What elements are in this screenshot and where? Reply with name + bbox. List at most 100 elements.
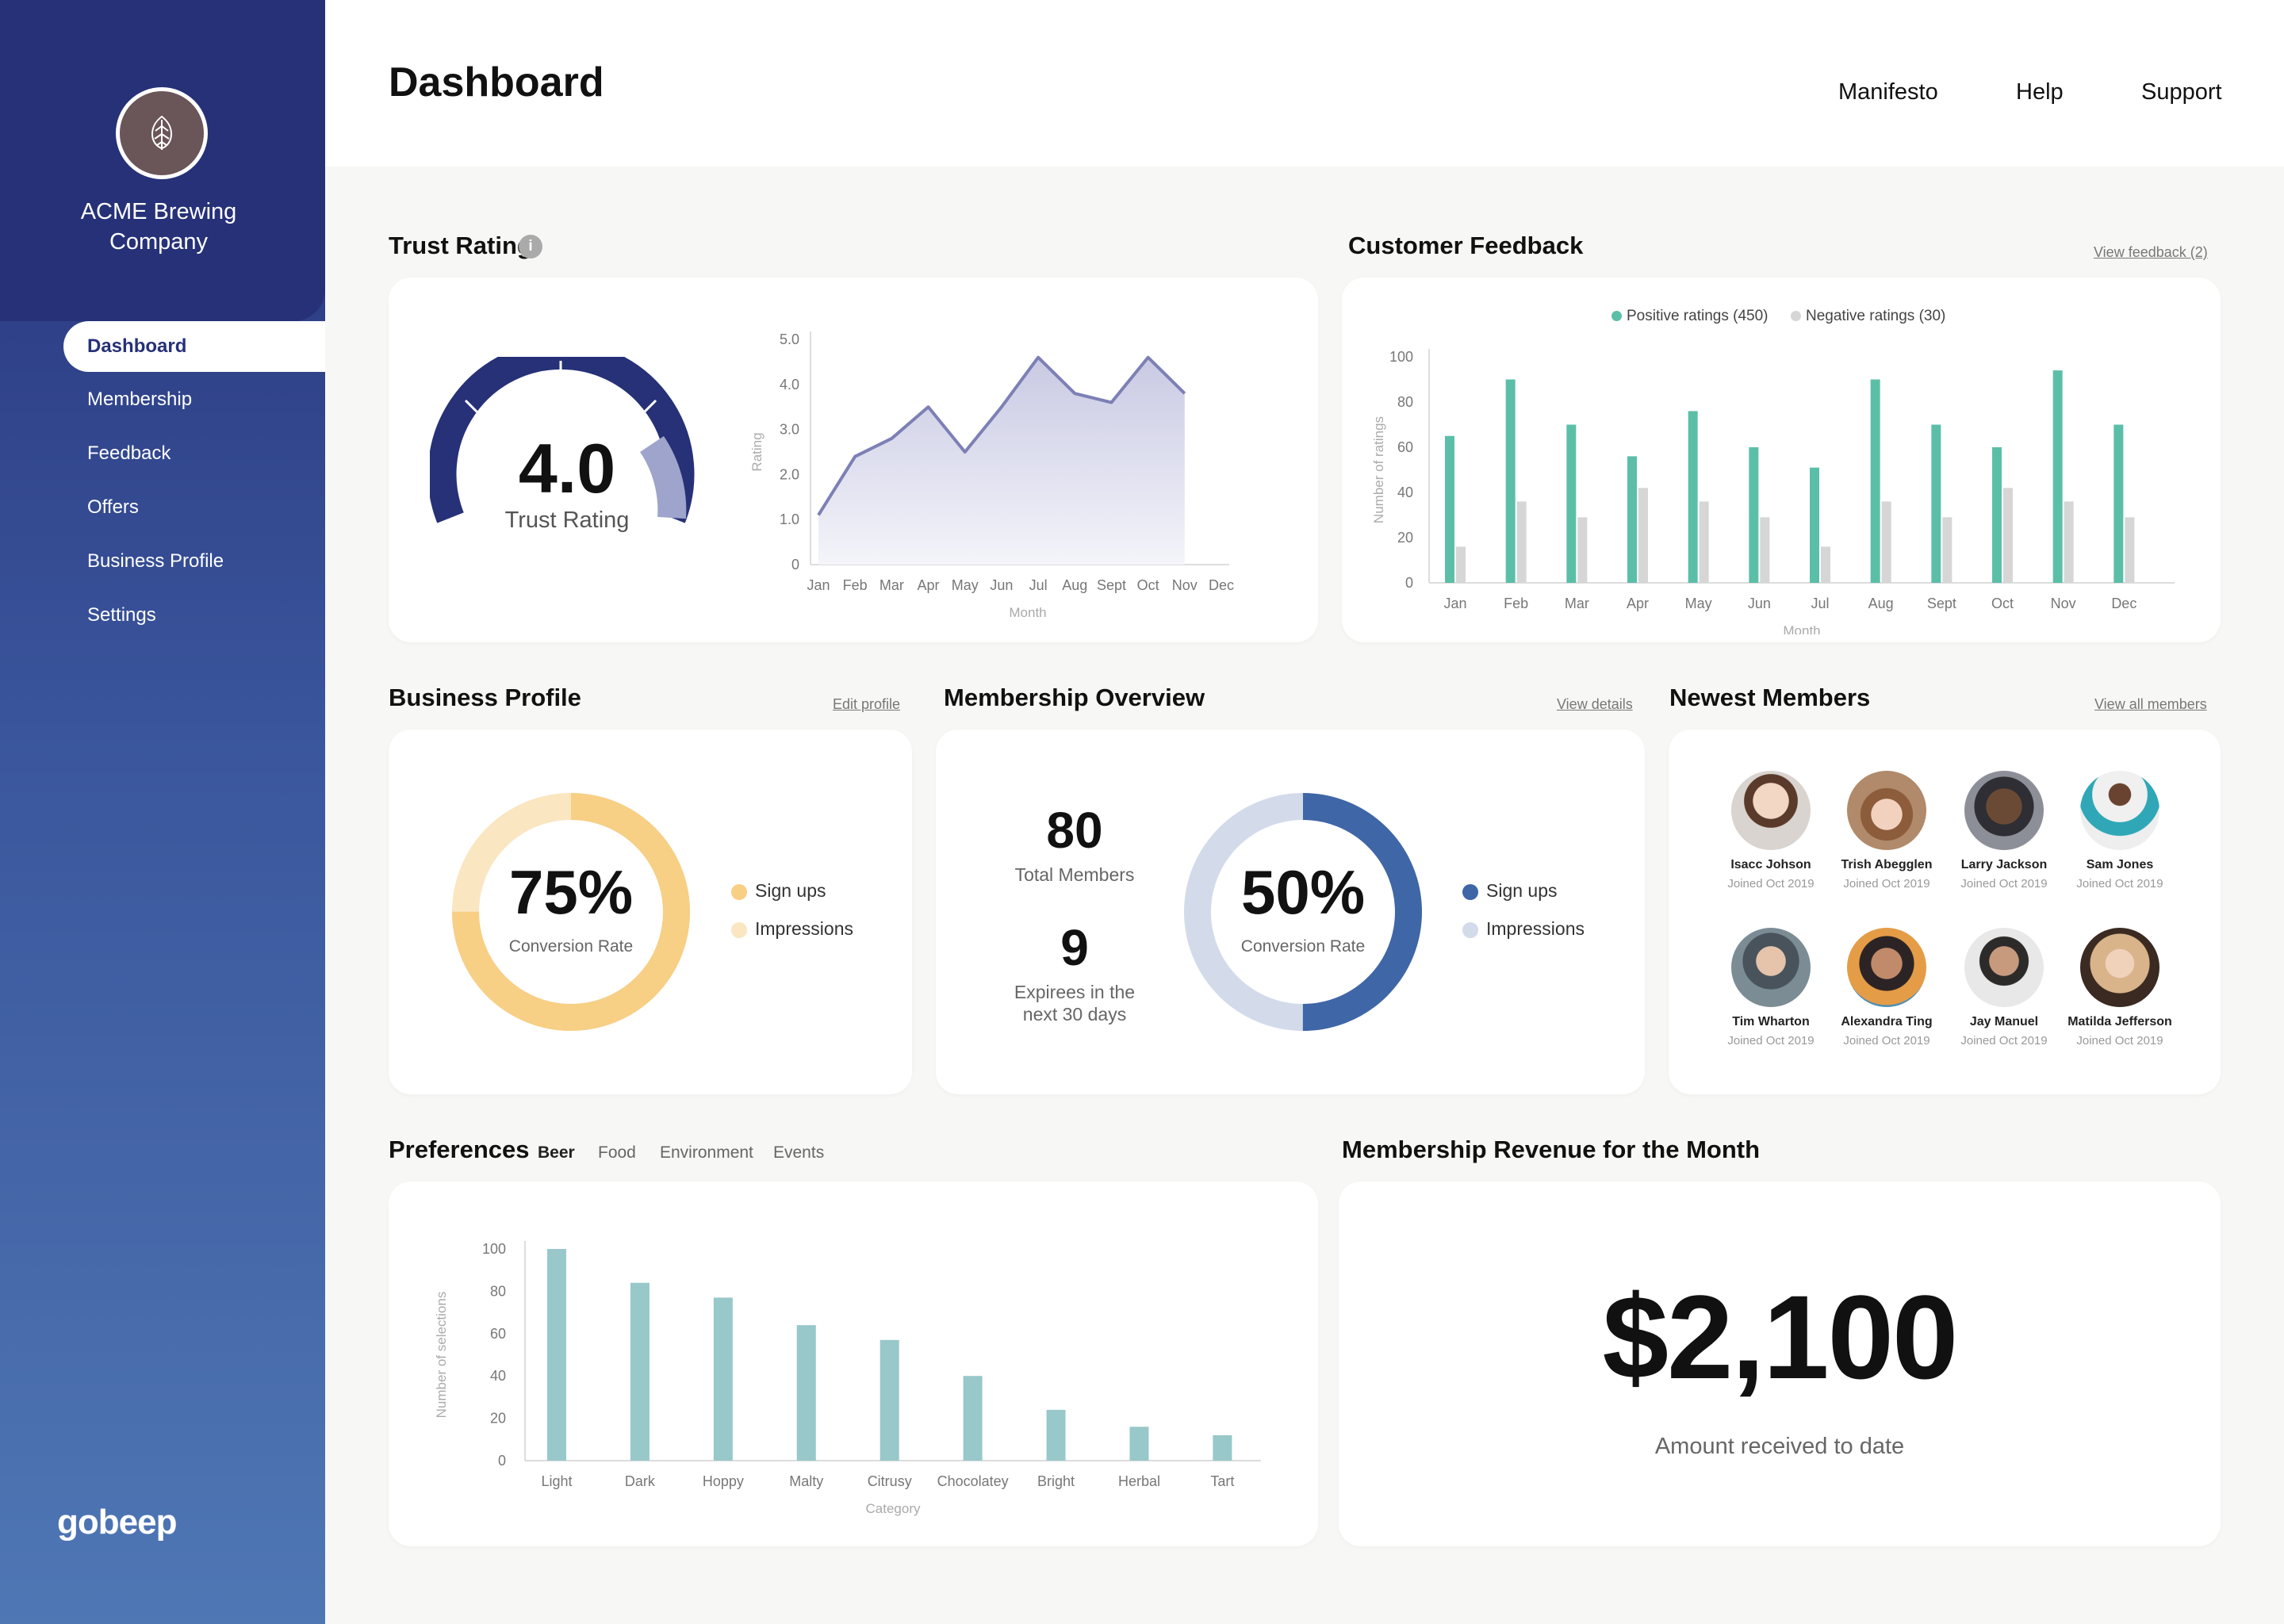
positive-bar [1688,411,1698,583]
x-tick-label: Jan [807,577,830,593]
x-tick-label: Jan [1443,596,1466,611]
negative-bar [1577,517,1588,583]
member-name: Tim Wharton [1732,1015,1810,1028]
revenue-caption: Amount received to date [1654,1434,1905,1459]
business-profile-card: 75% Conversion Rate Sign ups Impressions [389,730,912,1094]
x-tick-label: Hoppy [703,1473,744,1489]
tab-beer[interactable]: Beer [538,1143,575,1162]
total-members-label: Total Members [1014,864,1135,885]
positive-bar [1931,424,1941,583]
x-tick-label: Bright [1037,1473,1075,1489]
company-logo[interactable] [116,87,208,179]
avatar [1731,928,1811,1007]
y-axis-label: Number of selections [434,1292,449,1419]
x-tick-label: Feb [1504,596,1528,611]
y-tick-label: 2.0 [780,466,799,482]
y-tick-label: 0 [498,1453,506,1469]
member-card[interactable]: Larry Jackson Joined Oct 2019 [1945,771,2064,891]
member-card[interactable]: Alexandra Ting Joined Oct 2019 [1827,928,1946,1048]
trust-line-chart: 5.0 4.0 3.0 2.0 1.0 0 Jan Feb Mar Apr May Jun Jul Aug… [749,331,1234,620]
positive-bar [1627,456,1637,583]
x-tick-label: Herbal [1118,1473,1160,1489]
negative-bar [1516,501,1527,583]
preference-bar [713,1297,733,1461]
nav-help[interactable]: Help [2016,79,2064,105]
x-tick-label: Apr [1627,596,1649,611]
positive-bar [1505,379,1516,583]
page-title: Dashboard [389,59,604,105]
sidebar-item-business-profile[interactable]: Business Profile [0,534,325,588]
x-tick-label: May [1685,596,1712,611]
x-tick-label: Jun [1748,596,1771,611]
positive-bar [1870,379,1880,583]
member-card[interactable]: Isacc Johson Joined Oct 2019 [1711,771,1830,891]
legend-label: Sign ups [755,880,826,901]
newest-members-title: Newest Members [1669,684,1871,711]
gobeep-logo[interactable]: gobeep [57,1503,177,1542]
member-card[interactable]: Matilda Jefferson Joined Oct 2019 [2060,928,2179,1048]
x-tick-label: Mar [1565,596,1589,611]
x-tick-label: Citrusy [868,1473,912,1489]
sidebar-item-settings[interactable]: Settings [0,588,325,642]
member-name: Larry Jackson [1960,858,2048,871]
revenue-title: Membership Revenue for the Month [1342,1136,1761,1163]
member-card[interactable]: Tim Wharton Joined Oct 2019 [1711,928,1830,1048]
member-name: Jay Manuel [1969,1015,2039,1028]
profile-legend-impressions: Impressions [731,918,853,940]
y-tick-label: 40 [1397,485,1413,500]
nav-manifesto[interactable]: Manifesto [1838,79,1938,105]
view-all-members-link[interactable]: View all members [2094,696,2207,713]
legend-label: Sign ups [1486,880,1558,901]
x-tick-label: May [952,577,979,593]
negative-bar [1942,517,1953,583]
member-joined: Joined Oct 2019 [1727,1034,1815,1048]
negative-bar [1638,488,1648,583]
y-tick-label: 5.0 [780,331,799,347]
header: Dashboard Manifesto Help Support [325,0,2284,167]
view-details-link[interactable]: View details [1557,696,1633,713]
x-tick-label: Malty [789,1473,823,1489]
x-tick-label: Jun [990,577,1013,593]
x-axis-label: Month [1783,623,1820,634]
expiring-value: 9 [1060,919,1089,976]
sidebar-item-membership[interactable]: Membership [0,373,325,427]
membership-legend-impressions: Impressions [1462,918,1585,940]
member-name: Matilda Jefferson [2067,1015,2172,1028]
preferences-title: Preferences [389,1136,530,1163]
member-card[interactable]: Trish Abegglen Joined Oct 2019 [1827,771,1946,891]
tab-events[interactable]: Events [773,1143,824,1162]
member-card[interactable]: Jay Manuel Joined Oct 2019 [1945,928,2064,1048]
x-tick-label: Jul [1029,577,1048,593]
legend-dot [1462,883,1478,900]
avatar [1964,771,2044,850]
revenue-amount: $2,100 [1602,1270,1959,1404]
tab-environment[interactable]: Environment [660,1143,753,1162]
info-icon[interactable]: i [519,235,542,259]
avatar [1847,928,1926,1007]
x-tick-label: Tart [1210,1473,1234,1489]
y-tick-label: 20 [1397,530,1413,546]
x-tick-label: Feb [843,577,868,593]
sidebar-item-dashboard[interactable]: Dashboard [63,321,325,372]
edit-profile-link[interactable]: Edit profile [833,696,900,713]
positive-bar [1810,467,1819,583]
membership-overview-title: Membership Overview [944,684,1205,711]
avatar [1731,771,1811,850]
y-tick-label: 40 [490,1368,506,1384]
x-tick-label: Aug [1062,577,1087,593]
tab-food[interactable]: Food [598,1143,636,1162]
y-tick-label: 1.0 [780,511,799,527]
sidebar-item-offers[interactable]: Offers [0,481,325,534]
preference-bar [796,1325,816,1461]
x-axis-label: Category [866,1501,921,1516]
negative-bar [2003,488,2013,583]
x-tick-label: Dec [1209,577,1234,593]
sidebar-item-feedback[interactable]: Feedback [0,427,325,481]
expiring-label-line1: Expirees in the [1014,982,1136,1002]
view-feedback-link[interactable]: View feedback (2) [2094,244,2208,261]
legend-dot [731,921,747,938]
member-joined: Joined Oct 2019 [1843,1034,1930,1048]
member-card[interactable]: Sam Jones Joined Oct 2019 [2060,771,2179,891]
total-members-value: 80 [1046,802,1103,859]
nav-support[interactable]: Support [2141,79,2222,105]
